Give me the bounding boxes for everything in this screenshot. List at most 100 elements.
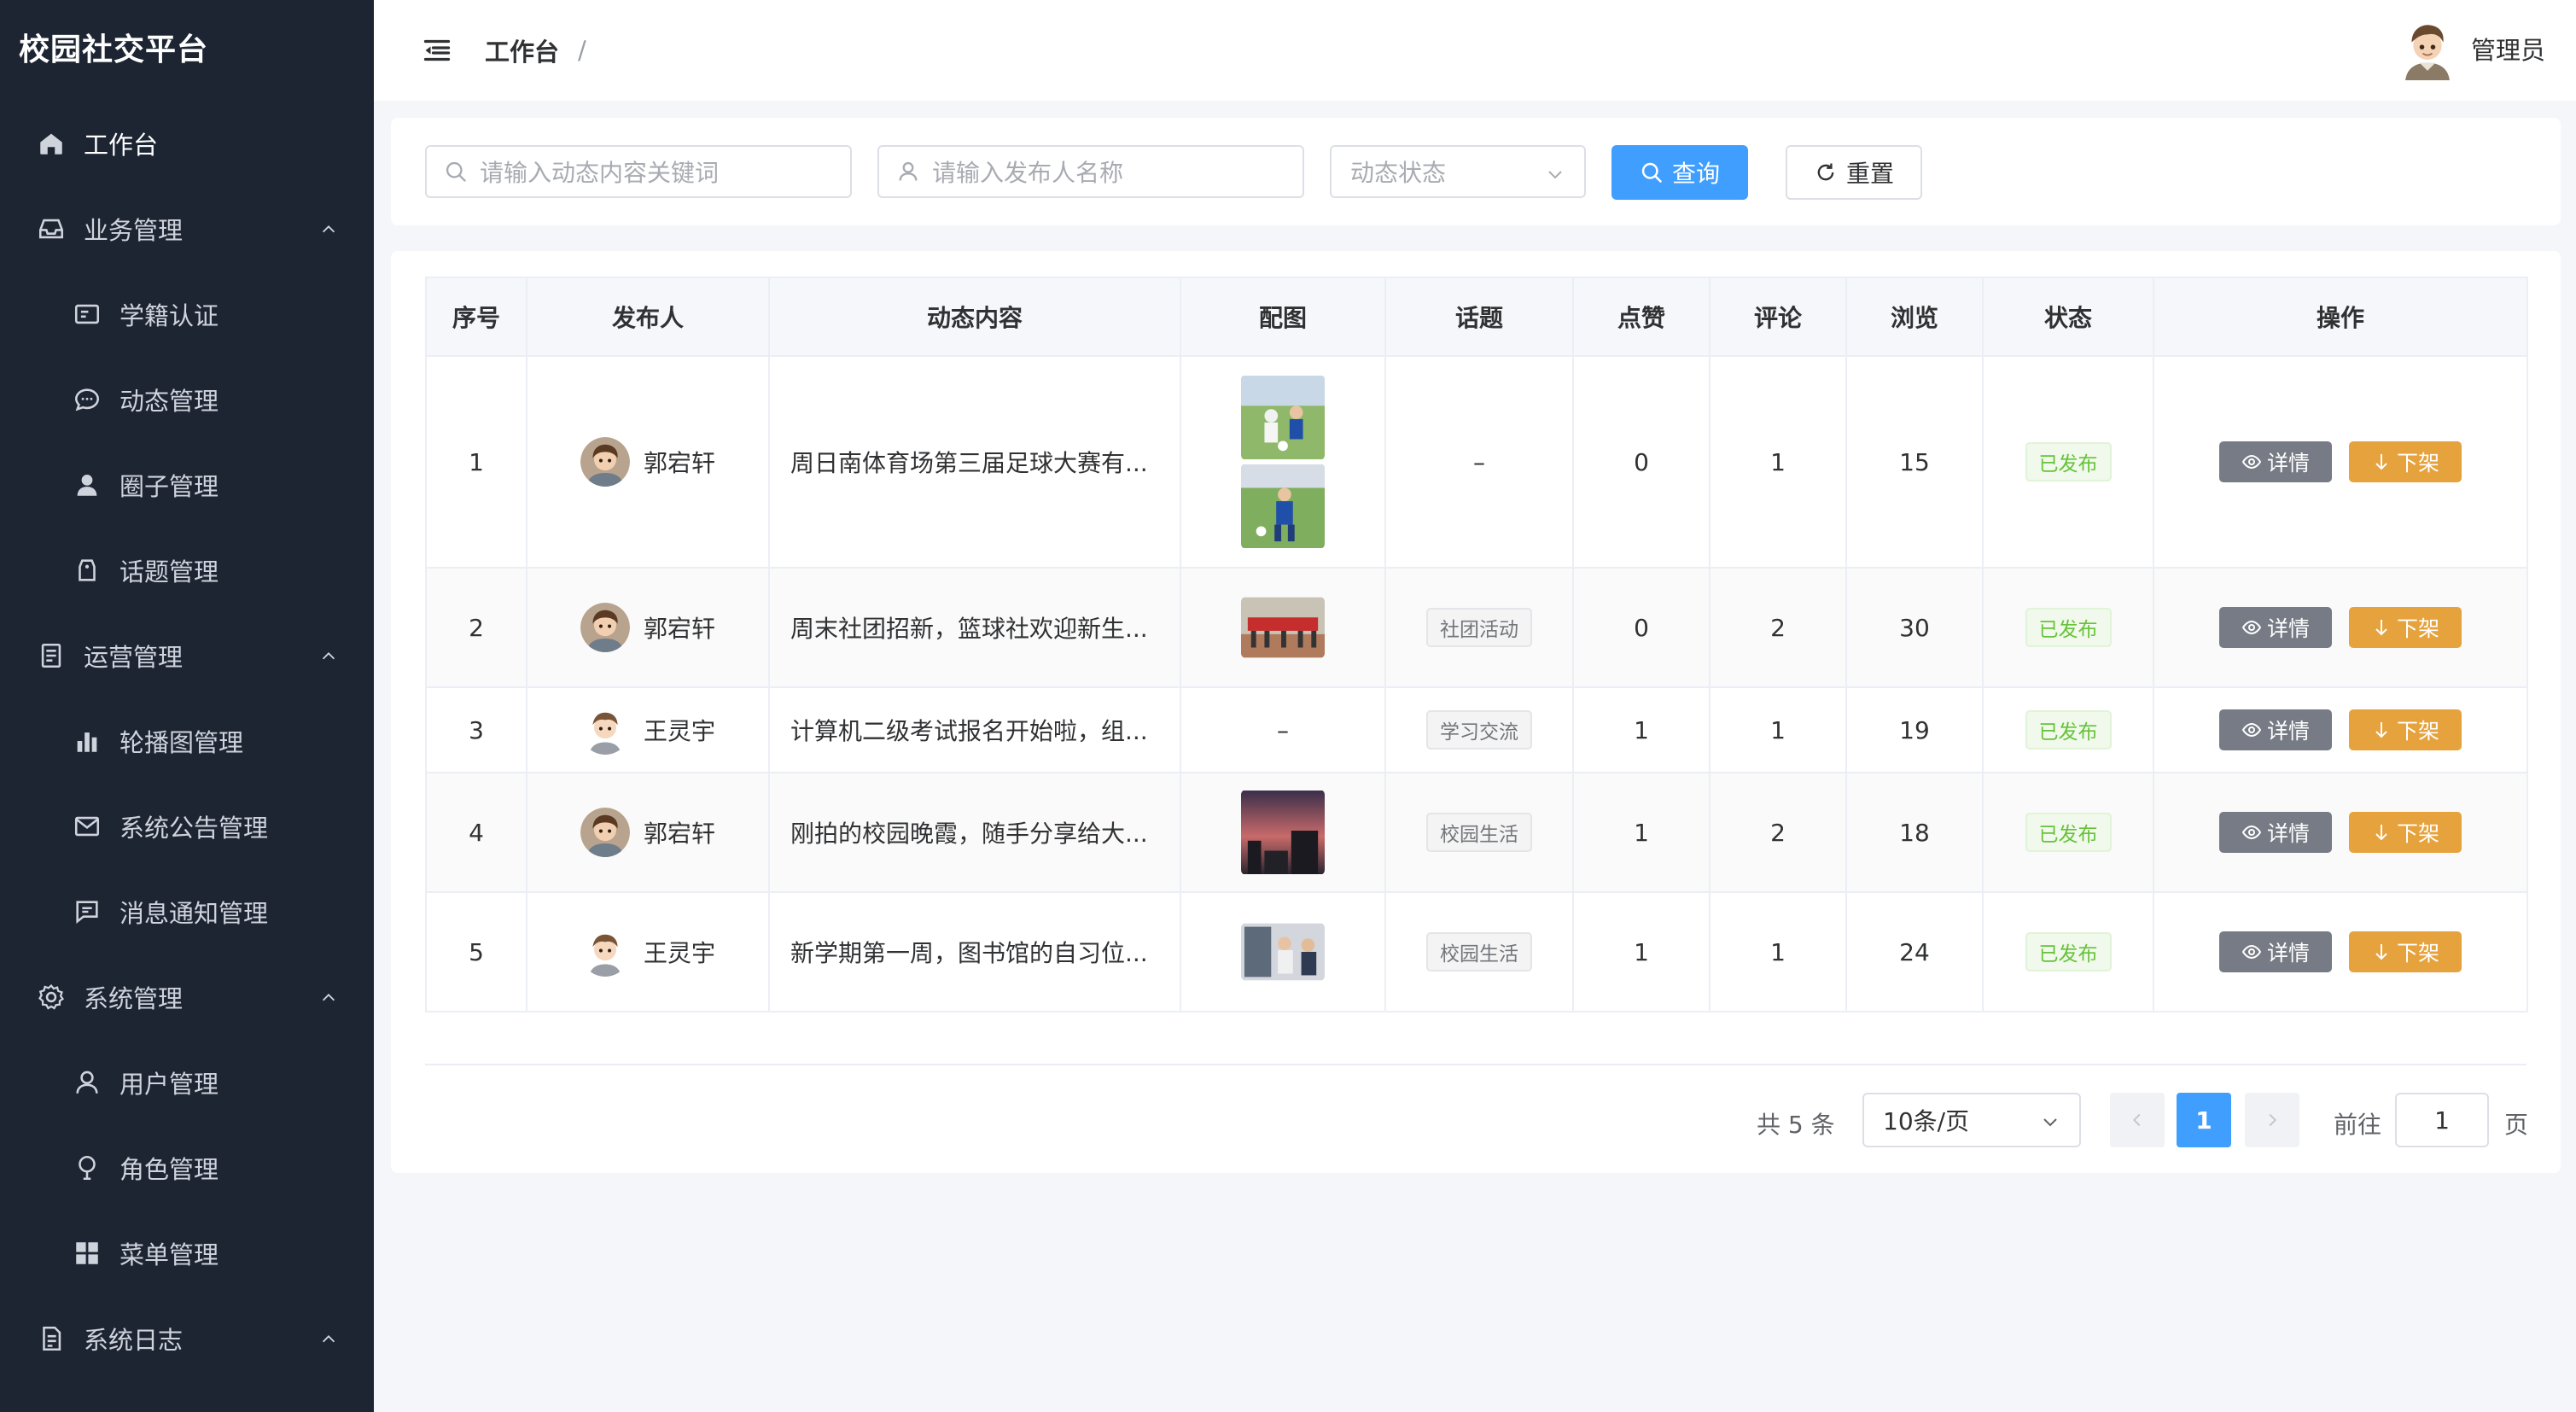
cell-comments: 1: [1709, 355, 1847, 569]
sidebar-item-9[interactable]: 消息通知管理: [0, 869, 374, 954]
cell-comments: 2: [1709, 772, 1847, 893]
bar-chart-icon: [72, 726, 102, 756]
sidebar-item-2[interactable]: 学籍认证: [0, 271, 374, 357]
cell-comments: 2: [1709, 567, 1847, 688]
table-row: 3 王灵宇 计算机二级考试报名开始啦，组... – 学习交流 1 1 19 已发…: [425, 686, 2528, 773]
avatar: [580, 603, 630, 652]
cell-status: 已发布: [1982, 772, 2154, 893]
sidebar-item-12[interactable]: 角色管理: [0, 1125, 374, 1211]
cell-actions: 详情 下架: [2153, 567, 2528, 688]
post-image[interactable]: [1241, 790, 1325, 875]
envelope-icon: [72, 811, 102, 842]
cell-status: 已发布: [1982, 891, 2154, 1012]
keyword-placeholder: 请输入动态内容关键词: [480, 159, 720, 187]
avatar: [580, 808, 630, 857]
arrow-down-icon: [2375, 454, 2387, 470]
offline-button[interactable]: 下架: [2349, 931, 2462, 972]
sidebar-item-13[interactable]: 菜单管理: [0, 1211, 374, 1296]
goto-page-input[interactable]: [2395, 1093, 2489, 1147]
chat-bubble-icon: [74, 388, 100, 411]
cell-views: 30: [1845, 567, 1984, 688]
avatar: [580, 705, 630, 755]
sidebar-item-7[interactable]: 轮播图管理: [0, 698, 374, 784]
cell-publisher: 郭宕轩: [526, 355, 770, 569]
chevron-down-icon: [2043, 1118, 2057, 1127]
keyword-input[interactable]: 请输入动态内容关键词: [425, 145, 852, 198]
search-icon: [446, 161, 466, 182]
goto-label: 前往: [2334, 1111, 2382, 1139]
sidebar-item-11[interactable]: 用户管理: [0, 1040, 374, 1125]
query-button[interactable]: 查询: [1611, 145, 1748, 200]
detail-button[interactable]: 详情: [2219, 812, 2332, 853]
offline-button[interactable]: 下架: [2349, 441, 2462, 482]
eye-icon: [2241, 944, 2262, 960]
sidebar-item-4[interactable]: 圈子管理: [0, 442, 374, 528]
avatar[interactable]: [2395, 17, 2459, 80]
sidebar-item-5[interactable]: 话题管理: [0, 528, 374, 613]
detail-label: 详情: [2266, 451, 2310, 476]
arrow-down-icon: [2375, 620, 2387, 636]
cell-topic: 校园生活: [1384, 891, 1574, 1012]
detail-button[interactable]: 详情: [2219, 441, 2332, 482]
post-image[interactable]: [1241, 375, 1325, 460]
offline-button[interactable]: 下架: [2349, 607, 2462, 648]
table-body: 1 郭宕轩 周日南体育场第三届足球大赛有... – 0 1 15 已发布 详情 …: [425, 355, 2528, 1012]
sidebar-item-label: 工作台: [84, 131, 159, 160]
sidebar-item-6[interactable]: 运营管理: [0, 613, 374, 698]
arrow-down-icon: [2375, 722, 2387, 738]
detail-label: 详情: [2266, 616, 2310, 641]
publisher-name: 王灵宇: [644, 717, 716, 745]
status-badge: 已发布: [2025, 442, 2112, 481]
status-badge: 已发布: [2025, 710, 2112, 750]
post-image[interactable]: [1241, 464, 1325, 549]
page-size-select[interactable]: 10条/页: [1862, 1093, 2081, 1147]
publisher-input[interactable]: 请输入发布人名称: [877, 145, 1304, 198]
status-badge: 已发布: [2025, 608, 2112, 647]
sidebar-item-3[interactable]: 动态管理: [0, 357, 374, 442]
offline-button[interactable]: 下架: [2349, 709, 2462, 750]
cell-status: 已发布: [1982, 355, 2154, 569]
offline-label: 下架: [2396, 719, 2439, 744]
cell-publisher: 郭宕轩: [526, 772, 770, 893]
detail-button[interactable]: 详情: [2219, 607, 2332, 648]
sidebar-item-10[interactable]: 系统管理: [0, 954, 374, 1040]
post-image[interactable]: [1241, 923, 1325, 981]
next-page-button[interactable]: [2245, 1093, 2299, 1147]
sidebar-item-0[interactable]: 工作台: [0, 101, 374, 186]
status-select[interactable]: 动态状态: [1330, 145, 1586, 198]
reset-button[interactable]: 重置: [1786, 145, 1922, 200]
reset-button-label: 重置: [1845, 160, 1894, 188]
table-row: 1 郭宕轩 周日南体育场第三届足球大赛有... – 0 1 15 已发布 详情 …: [425, 355, 2528, 569]
avatar: [580, 927, 630, 977]
sidebar-item-8[interactable]: 系统公告管理: [0, 784, 374, 869]
log-file-icon: [36, 1323, 67, 1354]
menu-fold-icon[interactable]: [422, 35, 452, 66]
prev-page-button[interactable]: [2110, 1093, 2165, 1147]
cell-content: 周日南体育场第三届足球大赛有...: [768, 355, 1181, 569]
chevron-up-icon: [322, 1335, 335, 1343]
post-image[interactable]: [1241, 597, 1325, 658]
offline-button[interactable]: 下架: [2349, 812, 2462, 853]
pagination-total: 共 5 条: [1757, 1111, 1835, 1139]
detail-label: 详情: [2266, 719, 2310, 744]
gear-icon: [36, 982, 67, 1012]
user-menu[interactable]: 管理员: [2395, 17, 2545, 80]
sidebar-item-label: 菜单管理: [119, 1240, 219, 1269]
sidebar-item-14[interactable]: 系统日志: [0, 1296, 374, 1381]
sidebar-item-label: 话题管理: [119, 557, 219, 586]
breadcrumb-current[interactable]: 工作台: [485, 32, 559, 68]
chevron-up-icon: [322, 225, 335, 233]
cell-content: 计算机二级考试报名开始啦，组...: [768, 686, 1181, 773]
page-number-current[interactable]: 1: [2177, 1093, 2231, 1147]
cell-publisher: 郭宕轩: [526, 567, 770, 688]
message-icon: [76, 901, 98, 924]
gear-icon: [38, 983, 65, 1010]
detail-button[interactable]: 详情: [2219, 931, 2332, 972]
cell-comments: 1: [1709, 891, 1847, 1012]
document-icon: [36, 640, 67, 671]
detail-button[interactable]: 详情: [2219, 709, 2332, 750]
cell-content: 新学期第一周，图书馆的自习位...: [768, 891, 1181, 1012]
search-icon: [1641, 162, 1662, 183]
topic-tag: 社团活动: [1426, 608, 1532, 647]
sidebar-item-1[interactable]: 业务管理: [0, 186, 374, 271]
